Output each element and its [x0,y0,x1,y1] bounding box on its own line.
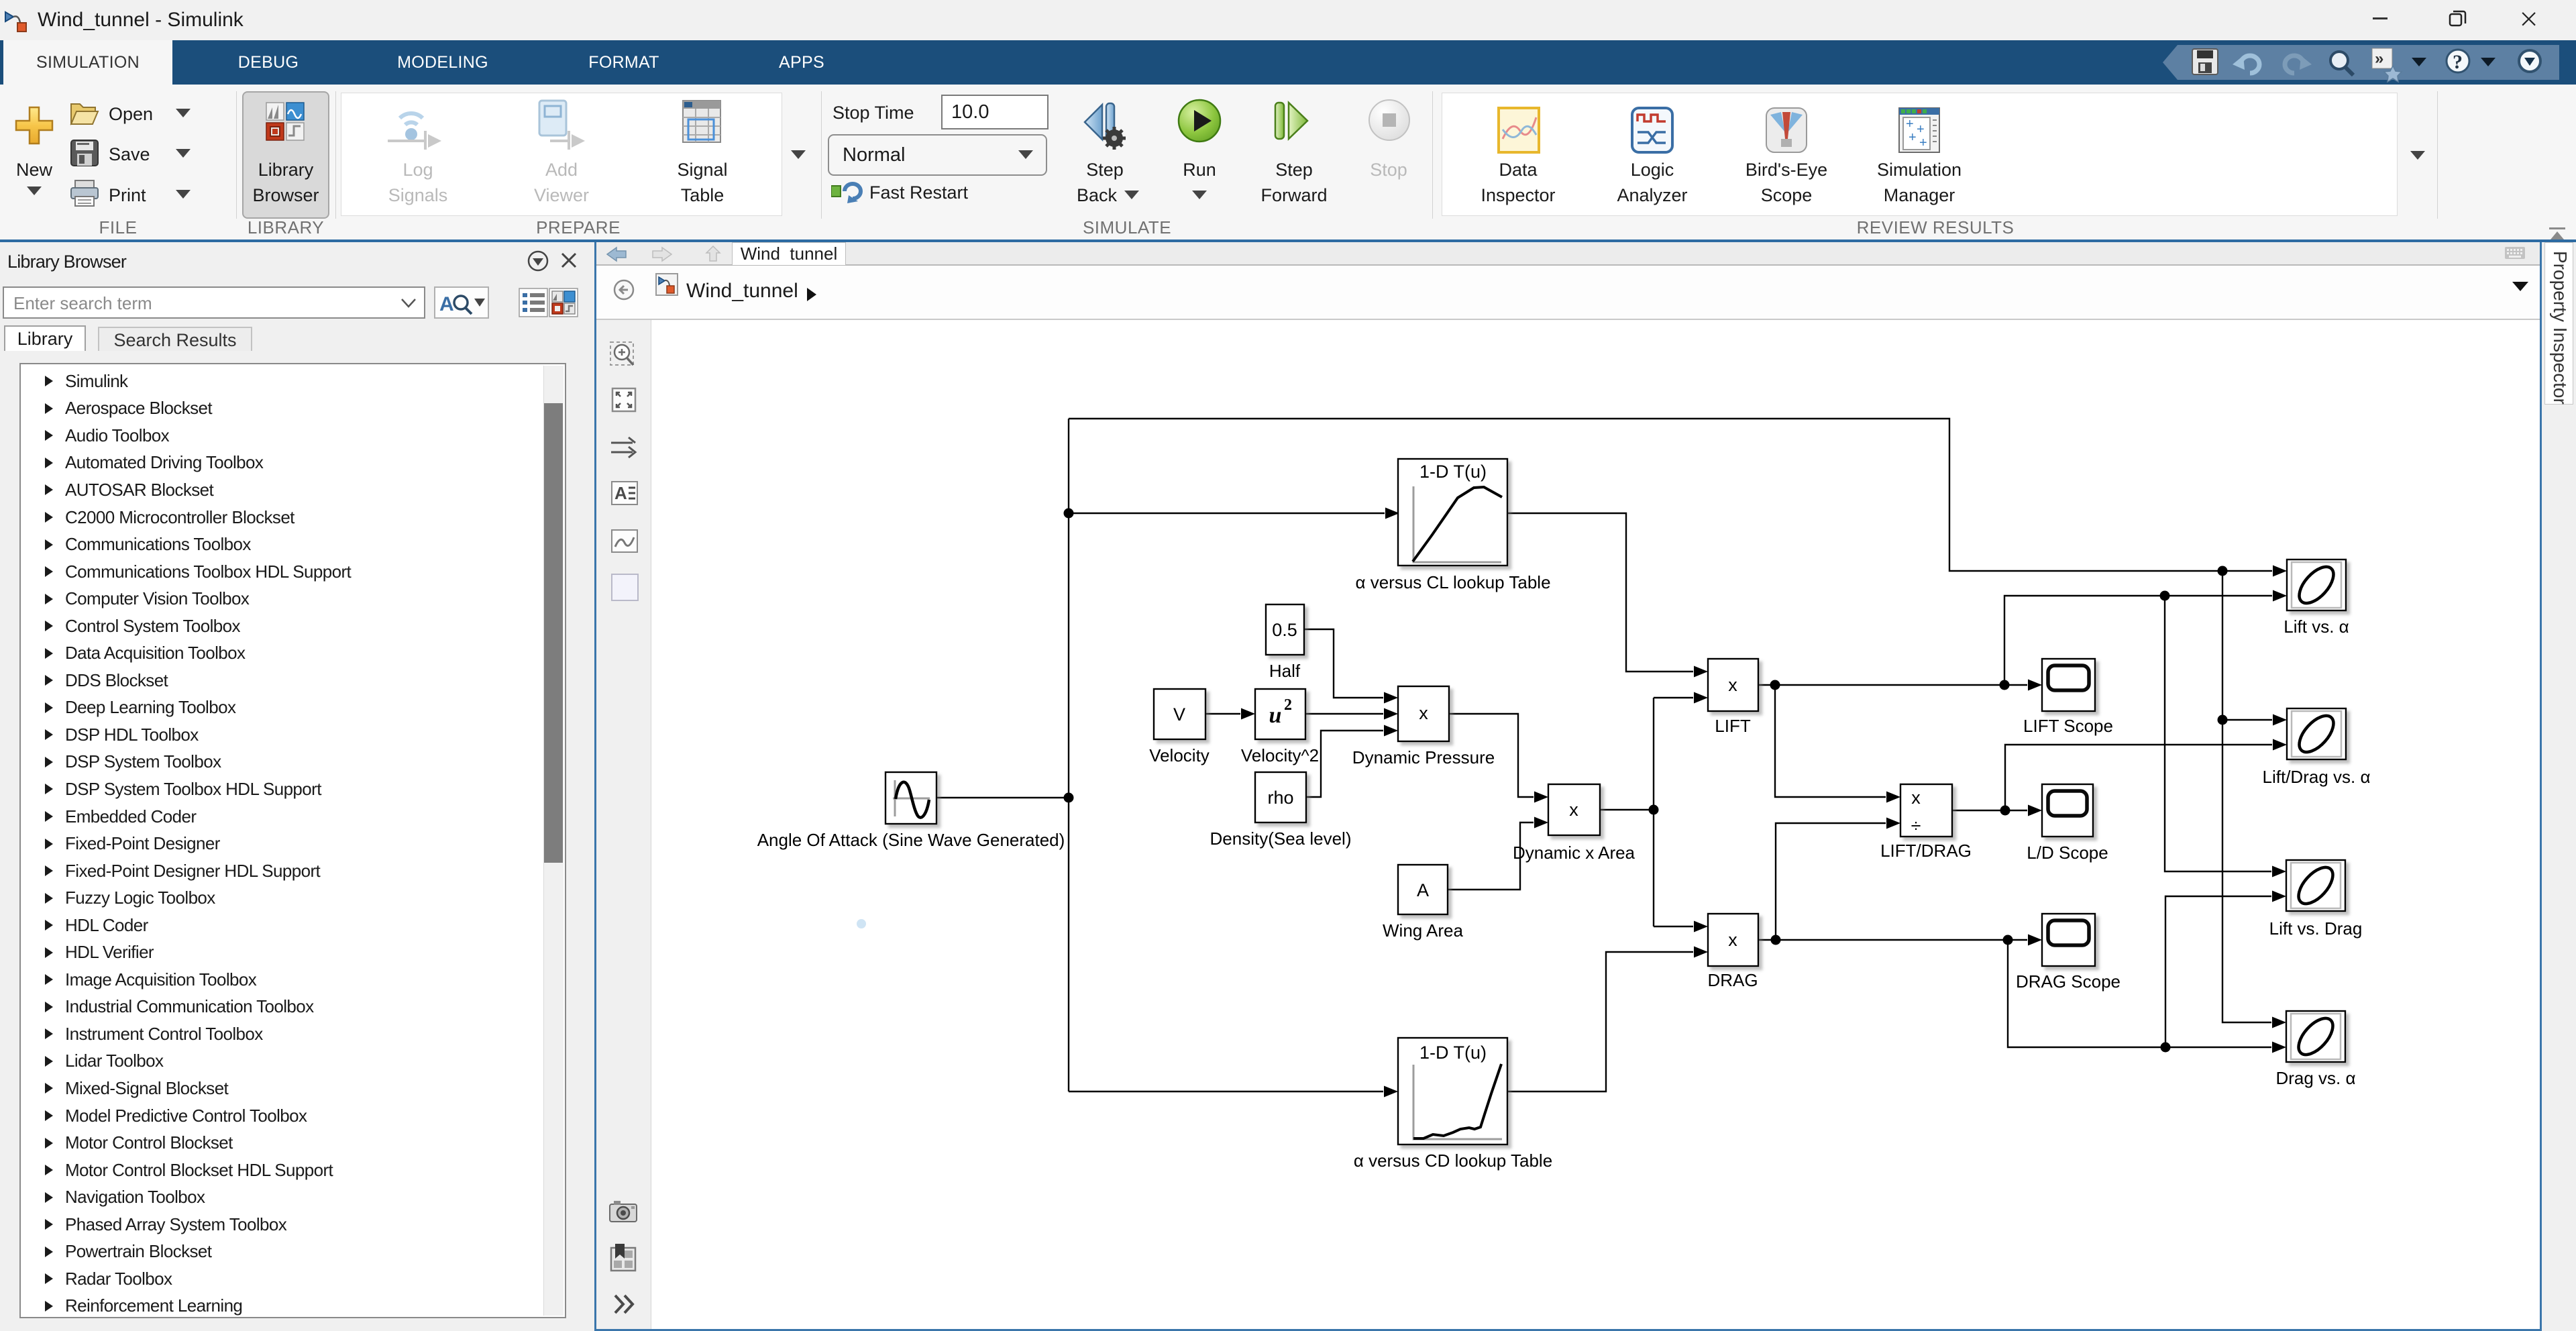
svg-text:Velocity^2: Velocity^2 [1241,745,1319,765]
svg-text:Lift vs. α: Lift vs. α [2284,617,2349,637]
svg-text:?: ? [2453,51,2463,73]
svg-text:Dynamic x Area: Dynamic x Area [1513,843,1635,863]
svg-text:Wing Area: Wing Area [1383,920,1463,941]
svg-text:Angle Of Attack (Sine Wave Gen: Angle Of Attack (Sine Wave Generated) [757,830,1065,850]
svg-text:0.5: 0.5 [1272,620,1297,640]
svg-text:+: + [1909,130,1917,145]
svg-text:x: x [1728,930,1737,950]
svg-text:Velocity: Velocity [1149,745,1210,765]
svg-text:A: A [439,293,454,315]
svg-text:Lift/Drag vs. α: Lift/Drag vs. α [2263,767,2371,787]
svg-text:»: » [2375,50,2383,68]
svg-text:DRAG: DRAG [1707,970,1758,990]
svg-text:Density(Sea level): Density(Sea level) [1210,829,1352,849]
svg-text:LIFT: LIFT [1715,716,1751,736]
svg-text:LIFT/DRAG: LIFT/DRAG [1880,841,1972,861]
svg-text:Lift vs. Drag: Lift vs. Drag [2269,918,2363,939]
svg-text:x: x [1728,675,1737,695]
svg-text:+: + [1919,136,1927,150]
svg-text:1-D T(u): 1-D T(u) [1419,1043,1487,1063]
svg-text:DRAG Scope: DRAG Scope [2016,971,2121,992]
svg-text:Drag vs. α: Drag vs. α [2275,1068,2355,1088]
svg-text:Half: Half [1269,661,1301,681]
svg-text:2: 2 [1284,696,1292,714]
svg-text:Dynamic Pressure: Dynamic Pressure [1352,747,1495,767]
svg-text:rho: rho [1267,788,1293,808]
svg-text:÷: ÷ [1911,816,1921,836]
svg-text:+: + [1906,117,1914,131]
svg-text:x: x [1911,788,1921,808]
svg-text:A: A [614,483,627,503]
svg-text:V: V [1173,704,1185,725]
svg-text:1-D T(u): 1-D T(u) [1419,462,1487,482]
svg-text:x: x [1419,703,1428,723]
svg-text:u: u [1269,703,1282,728]
svg-text:α versus CD lookup Table: α versus CD lookup Table [1354,1151,1552,1171]
svg-text:L/D Scope: L/D Scope [2027,843,2108,863]
svg-text:x: x [1569,800,1578,820]
svg-text:LIFT Scope: LIFT Scope [2023,716,2113,736]
svg-text:+: + [1917,122,1925,137]
svg-text:A: A [1417,880,1429,900]
svg-text:α versus CL lookup Table: α versus CL lookup Table [1355,572,1550,592]
